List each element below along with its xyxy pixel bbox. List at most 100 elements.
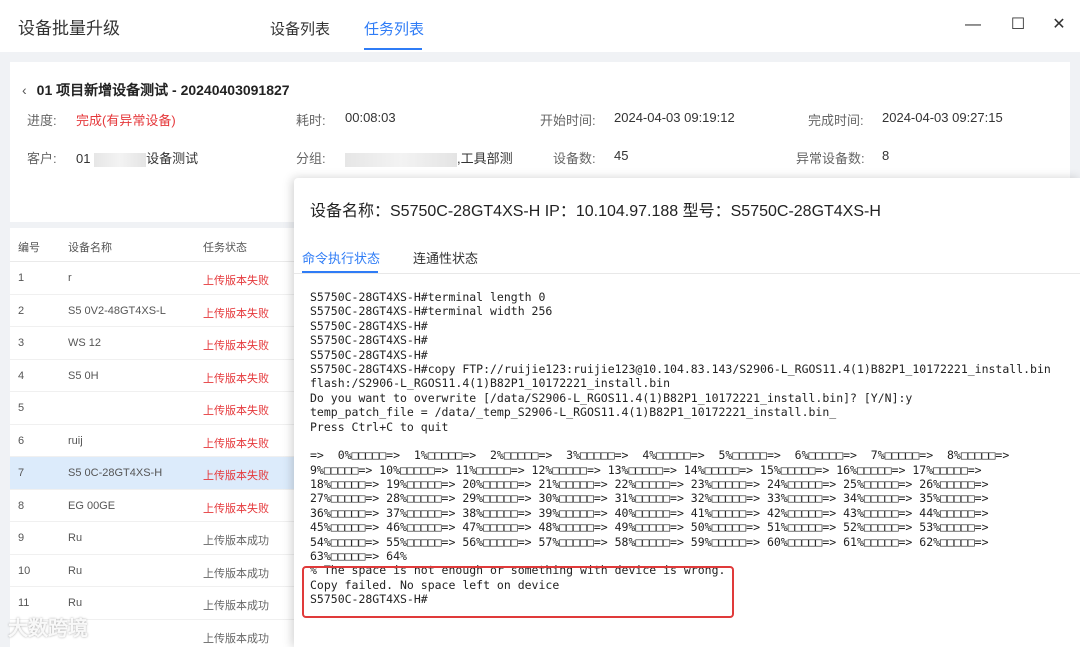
start-time-value: 2024-04-03 09:19:12 <box>614 110 735 125</box>
table-header: 编号 设备名称 任务状态 <box>10 228 300 262</box>
cell-device-name: r <box>68 272 72 284</box>
cell-no: 11 <box>18 597 30 609</box>
active-tab-indicator <box>364 48 422 50</box>
progress-value: 完成(有异常设备) <box>76 113 176 128</box>
cell-device-name: EG 00GE <box>68 499 116 512</box>
customer-label: 客户: <box>27 151 57 166</box>
console-line: 54%□□□□□=> 55%□□□□□=> 56%□□□□□=> 57%□□□□… <box>310 534 989 549</box>
console-line: 27%□□□□□=> 28%□□□□□=> 29%□□□□□=> 30%□□□□… <box>310 491 989 506</box>
table-row[interactable]: 5 上传版本失败 <box>10 392 300 425</box>
console-line: Press Ctrl+C to quit <box>310 419 449 434</box>
column-header-status: 任务状态 <box>203 242 247 254</box>
device-table: 编号 设备名称 任务状态 1 r 上传版本失败 2 S5 0V2-48GT4XS-L 上传… <box>10 228 300 647</box>
column-header-name: 设备名称 <box>68 242 112 254</box>
customer-value: 01 设备测试 <box>76 148 198 167</box>
device-count-label: 设备数: <box>553 151 596 166</box>
console-line: S5750C-28GT4XS-H# <box>310 333 428 348</box>
column-header-no: 编号 <box>18 242 40 254</box>
cell-no: 5 <box>18 402 25 414</box>
abnormal-count-label: 异常设备数: <box>796 151 865 166</box>
progress-label: 进度: <box>27 113 57 128</box>
table-row[interactable]: 2 S5 0V2-48GT4XS-L 上传版本失败 <box>10 295 300 327</box>
duration-label: 耗时: <box>296 113 326 128</box>
cell-device-name: S5 0C-28GT4XS-H <box>68 467 163 479</box>
close-button[interactable]: ✕ <box>1048 14 1070 36</box>
console-line: S5750C-28GT4XS-H#terminal width 256 <box>310 304 553 319</box>
cell-status: 上传版本失败 <box>203 470 269 482</box>
cell-no: 1 <box>18 272 25 284</box>
console-line: S5750C-28GT4XS-H#terminal length 0 <box>310 290 546 304</box>
console-line: S5750C-28GT4XS-H# <box>310 318 428 333</box>
table-row[interactable]: 7 S5 0C-28GT4XS-H 上传版本失败 <box>10 457 300 490</box>
start-time-label: 开始时间: <box>540 113 596 128</box>
cell-no: 10 <box>18 564 31 577</box>
table-row[interactable]: 3 WS 12 上传版本失败 <box>10 327 300 360</box>
table-row[interactable]: 8 EG 00GE 上传版本失败 <box>10 490 300 522</box>
tab-device-list[interactable]: 设备列表 <box>270 18 330 39</box>
maximize-button[interactable]: ☐ <box>1007 14 1029 36</box>
redacted-block <box>345 152 457 167</box>
table-row[interactable]: 4 S5 0H 上传版本失败 <box>10 360 300 392</box>
tab-connectivity-status[interactable]: 连通性状态 <box>413 248 478 267</box>
group-suffix: ,工具部测 <box>457 151 513 166</box>
cell-no: 8 <box>18 499 25 512</box>
customer-prefix: 01 <box>76 151 91 166</box>
console-line: 18%□□□□□=> 19%□□□□□=> 20%□□□□□=> 21%□□□□… <box>310 477 989 492</box>
minimize-button[interactable]: — <box>962 14 984 36</box>
cell-device-name: Ru <box>68 597 83 609</box>
table-row[interactable]: 10 Ru 上传版本成功 <box>10 555 300 587</box>
cell-status: 上传版本成功 <box>203 535 269 547</box>
task-header: ‹ 01 项目新增设备测试 - 20240403091827 <box>22 80 290 100</box>
console-line: 9%□□□□□=> 10%□□□□□=> 11%□□□□□=> 12%□□□□□… <box>310 462 982 477</box>
device-count-value: 45 <box>614 148 629 163</box>
end-time-value: 2024-04-03 09:27:15 <box>882 110 1003 125</box>
cell-status: 上传版本成功 <box>203 600 269 612</box>
console-line: flash:/S2906-L_RGOS11.4(1)B82P1_10172221… <box>310 376 671 391</box>
cell-status: 上传版本失败 <box>203 275 269 287</box>
cell-status: 上传版本失败 <box>203 372 269 385</box>
cell-status: 上传版本失败 <box>203 437 269 450</box>
table-row[interactable]: 9 Ru 上传版本成功 <box>10 522 300 555</box>
task-title: 01 项目新增设备测试 - 20240403091827 <box>36 82 290 98</box>
cell-status: 上传版本成功 <box>203 567 269 580</box>
cell-status: 上传版本失败 <box>203 405 269 417</box>
console-line: S5750C-28GT4XS-H#copy FTP://ruijie123:ru… <box>310 361 1051 376</box>
tab-command-status[interactable]: 命令执行状态 <box>302 248 380 267</box>
cell-status: 上传版本失败 <box>203 502 269 515</box>
cell-device-name: Ru <box>68 564 83 577</box>
group-value: ,工具部测 <box>345 148 513 167</box>
watermark: 大数跨境 <box>8 618 88 640</box>
console-line: 45%□□□□□=> 46%□□□□□=> 47%□□□□□=> 48%□□□□… <box>310 520 989 535</box>
title-bar: 设备批量升级 设备列表 任务列表 — ☐ ✕ <box>0 0 1080 52</box>
cell-device-name: WS 12 <box>68 337 102 349</box>
error-highlight-box <box>302 566 734 618</box>
console-line: Do you want to overwrite [/data/S2906-L_… <box>310 390 913 405</box>
console-line: 63%□□□□□=> 64% <box>310 549 407 564</box>
cell-device-name: S5 0V2-48GT4XS-L <box>68 304 166 317</box>
cell-no: 2 <box>18 304 25 317</box>
cell-status: 上传版本失败 <box>203 307 269 320</box>
console-line: => 0%□□□□□=> 1%□□□□□=> 2%□□□□□=> 3%□□□□□… <box>310 448 1010 463</box>
cell-device-name: ruij <box>68 434 83 447</box>
customer-suffix: 设备测试 <box>146 151 199 166</box>
table-row[interactable]: 6 ruij 上传版本失败 <box>10 425 300 457</box>
tab-task-list[interactable]: 任务列表 <box>364 18 424 39</box>
divider <box>294 273 1080 274</box>
cell-no: 3 <box>18 337 25 349</box>
cell-no: 6 <box>18 434 25 447</box>
cell-status: 上传版本成功 <box>203 632 269 645</box>
console-line: 36%□□□□□=> 37%□□□□□=> 38%□□□□□=> 39%□□□□… <box>310 505 989 520</box>
table-body: 1 r 上传版本失败 2 S5 0V2-48GT4XS-L 上传版本失败 3 WS 12 上传版… <box>10 262 300 647</box>
chevron-left-icon[interactable]: ‹ <box>22 82 27 98</box>
end-time-label: 完成时间: <box>808 113 864 128</box>
redacted-block <box>94 152 147 167</box>
app-title: 设备批量升级 <box>18 19 120 38</box>
table-row[interactable]: 1 r 上传版本失败 <box>10 262 300 295</box>
device-detail-dialog: 设备名称：S5750C-28GT4XS-H IP：10.104.97.188 型… <box>294 178 1080 647</box>
dialog-title: 设备名称：S5750C-28GT4XS-H IP：10.104.97.188 型… <box>310 203 881 220</box>
console-line: temp_patch_file = /data/_temp_S2906-L_RG… <box>310 405 837 420</box>
console-line: S5750C-28GT4XS-H# <box>310 347 428 362</box>
cell-status: 上传版本失败 <box>203 340 269 352</box>
cell-device-name: S5 0H <box>68 369 99 382</box>
